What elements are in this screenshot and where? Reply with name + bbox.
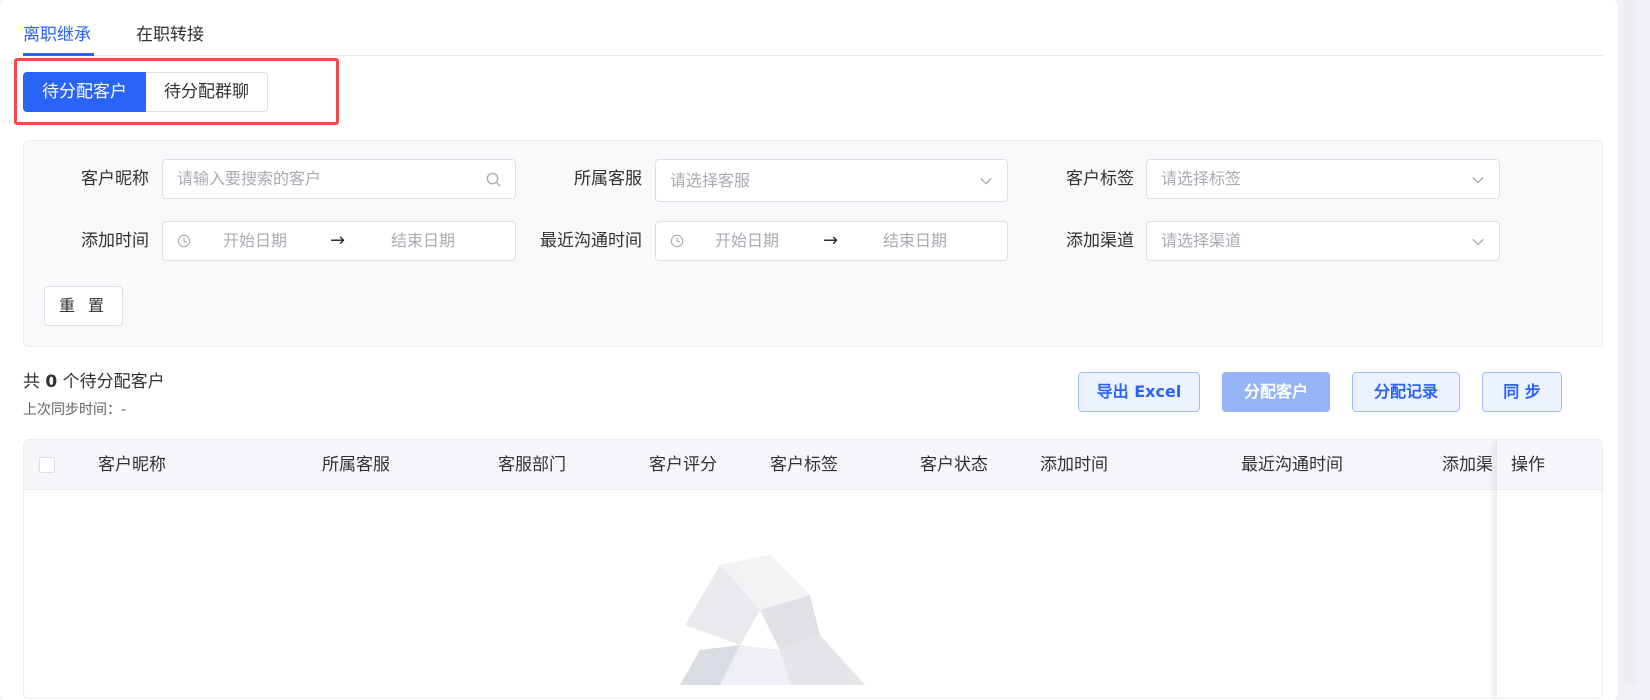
channel-select[interactable]: 请选择渠道 xyxy=(1146,221,1500,261)
segment-pending-customers[interactable]: 待分配客户 xyxy=(23,72,146,112)
nickname-label: 客户昵称 xyxy=(81,169,149,189)
add-time-end[interactable]: 结束日期 xyxy=(391,222,455,260)
empty-box-illustration xyxy=(680,555,865,685)
summary-count: 0 xyxy=(45,372,58,392)
tab-resigned-inheritance[interactable]: 离职继承 xyxy=(23,20,91,45)
summary-suffix: 个待分配客户 xyxy=(62,372,165,392)
range-arrow: → xyxy=(823,230,839,251)
filter-panel: 客户昵称 请输入要搜索的客户 所属客服 请选择客服 客户标签 请选择标签 添加时… xyxy=(23,140,1603,347)
result-summary: 共 0 个待分配客户 xyxy=(23,367,165,392)
main-card: 离职继承 在职转接 待分配客户 待分配群聊 客户昵称 请输入要搜索的客户 所属客… xyxy=(0,0,1618,700)
last-contact-start[interactable]: 开始日期 xyxy=(715,222,779,260)
sync-button[interactable]: 同 步 xyxy=(1482,372,1562,412)
tags-select[interactable]: 请选择标签 xyxy=(1146,159,1500,199)
agent-label: 所属客服 xyxy=(574,169,642,189)
tags-placeholder: 请选择标签 xyxy=(1161,169,1242,188)
add-time-label: 添加时间 xyxy=(81,231,149,251)
select-all-checkbox[interactable] xyxy=(39,457,55,473)
chevron-down-icon xyxy=(1471,160,1485,198)
col-score: 客户评分 xyxy=(649,455,717,475)
reset-button[interactable]: 重 置 xyxy=(44,286,123,326)
agent-placeholder: 请选择客服 xyxy=(670,171,751,190)
nickname-placeholder: 请输入要搜索的客户 xyxy=(177,169,322,188)
agent-select[interactable]: 请选择客服 xyxy=(655,159,1008,202)
assign-records-button[interactable]: 分配记录 xyxy=(1352,372,1460,412)
range-arrow: → xyxy=(330,230,346,251)
chevron-down-icon xyxy=(1471,222,1485,260)
table-header: 客户昵称 所属客服 客服部门 客户评分 客户标签 客户状态 添加时间 最近沟通时… xyxy=(24,440,1602,490)
last-contact-label: 最近沟通时间 xyxy=(540,231,642,251)
export-excel-button[interactable]: 导出 Excel xyxy=(1078,372,1200,412)
last-contact-end[interactable]: 结束日期 xyxy=(883,222,947,260)
col-status: 客户状态 xyxy=(920,455,988,475)
segment-pending-groups[interactable]: 待分配群聊 xyxy=(146,72,268,112)
col-channel: 添加渠 xyxy=(1442,455,1493,475)
fixed-action-column: 操作 xyxy=(1497,440,1602,698)
summary-prefix: 共 xyxy=(23,372,40,392)
page-scrollbar[interactable] xyxy=(1623,0,1637,685)
nickname-search-input[interactable]: 请输入要搜索的客户 xyxy=(162,159,516,199)
channel-label: 添加渠道 xyxy=(1066,231,1134,251)
col-agent: 所属客服 xyxy=(322,455,390,475)
channel-placeholder: 请选择渠道 xyxy=(1161,231,1242,250)
segment-switch: 待分配客户 待分配群聊 xyxy=(23,72,268,112)
col-add-time: 添加时间 xyxy=(1040,455,1108,475)
col-department: 客服部门 xyxy=(498,455,566,475)
assign-customer-button[interactable]: 分配客户 xyxy=(1222,372,1330,412)
tags-label: 客户标签 xyxy=(1066,169,1134,189)
col-nickname: 客户昵称 xyxy=(98,455,166,475)
add-time-range-picker[interactable]: 开始日期 → 结束日期 xyxy=(162,221,516,261)
last-contact-range-picker[interactable]: 开始日期 → 结束日期 xyxy=(655,221,1008,261)
clock-icon xyxy=(177,222,191,260)
col-action: 操作 xyxy=(1511,455,1545,475)
tab-on-duty-transfer[interactable]: 在职转接 xyxy=(136,20,204,45)
fixed-column-header: 操作 xyxy=(1497,440,1602,490)
tab-bar: 离职继承 在职转接 xyxy=(23,0,1603,56)
last-sync-time: 上次同步时间：- xyxy=(23,402,127,418)
add-time-start[interactable]: 开始日期 xyxy=(223,222,287,260)
col-tags: 客户标签 xyxy=(770,455,838,475)
clock-icon xyxy=(670,222,684,260)
col-last-contact: 最近沟通时间 xyxy=(1241,455,1343,475)
active-tab-indicator xyxy=(23,53,94,56)
